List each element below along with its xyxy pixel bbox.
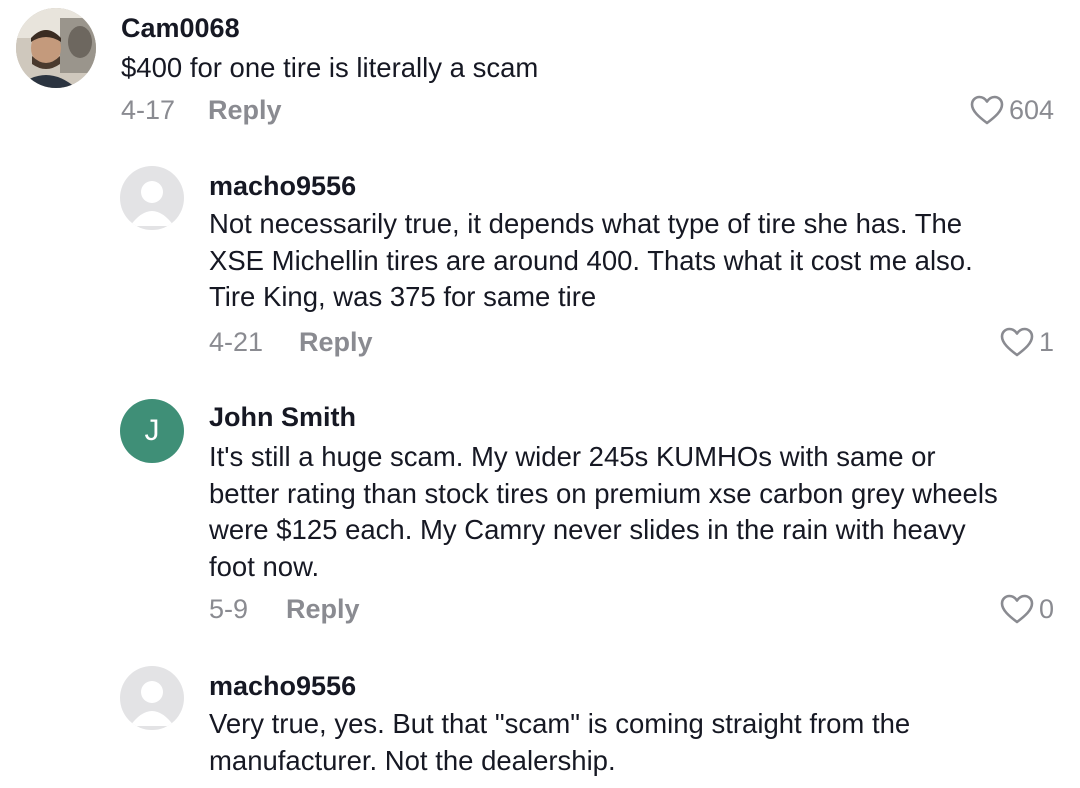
avatar[interactable]: [120, 166, 184, 230]
like-count: 0: [1038, 594, 1054, 624]
comment-text-line: were $125 each. My Camry never slides in…: [209, 514, 966, 545]
comment-text: $400 for one tire is literally a scam: [121, 50, 538, 87]
avatar-initial: J: [144, 414, 160, 447]
comment-text: It's still a huge scam. My wider 245s KU…: [209, 439, 998, 585]
like-button[interactable]: 0: [999, 592, 1054, 626]
comment-text-line: Very true, yes. But that "scam" is comin…: [209, 708, 911, 739]
comment-reply-item: J John Smith It's still a huge scam. My …: [0, 393, 1080, 643]
comment-username[interactable]: macho9556: [209, 170, 356, 202]
like-count: 604: [1008, 95, 1054, 125]
heart-icon: [1000, 594, 1034, 624]
heart-icon: [970, 95, 1004, 125]
like-button[interactable]: 604: [969, 93, 1054, 127]
user-photo-icon: [16, 8, 96, 88]
comment-text-line: manufacturer. Not the dealership.: [209, 744, 616, 776]
comment-text-line: It's still a huge scam. My wider 245s KU…: [209, 441, 936, 472]
avatar[interactable]: [120, 666, 184, 730]
comment-text-line: Tire King, was 375 for same tire: [209, 281, 597, 312]
like-button[interactable]: 1: [999, 325, 1054, 359]
heart-icon: [1000, 327, 1034, 357]
comment-text-line: $400 for one tire is literally a scam: [121, 52, 539, 83]
comment-text-line: XSE Michellin tires are around 400. That…: [209, 244, 973, 276]
comment-username[interactable]: macho9556: [209, 670, 356, 702]
default-user-icon: [130, 681, 174, 726]
comment-text: Very true, yes. But that "scam" is comin…: [209, 706, 910, 779]
avatar[interactable]: J: [120, 399, 184, 463]
comment-username[interactable]: Cam0068: [121, 12, 240, 44]
avatar[interactable]: [16, 8, 96, 88]
comment-date: 4-21: [209, 327, 264, 357]
reply-button[interactable]: Reply: [208, 93, 282, 127]
comment-text-line: better rating than stock tires on premiu…: [209, 477, 998, 509]
comment-text: Not necessarily true, it depends what ty…: [209, 206, 973, 316]
comment-date: 4-17: [121, 95, 176, 125]
comment-reply-item: macho9556 Not necessarily true, it depen…: [0, 160, 1080, 370]
default-user-icon: [130, 181, 174, 226]
comment-username[interactable]: John Smith: [209, 401, 356, 433]
like-count: 1: [1038, 327, 1054, 357]
comment-thread-item: Cam0068 $400 for one tire is literally a…: [0, 0, 1080, 140]
reply-button[interactable]: Reply: [286, 592, 360, 626]
comment-reply-item: macho9556 Very true, yes. But that "scam…: [0, 660, 1080, 788]
comment-date: 5-9: [209, 594, 249, 624]
reply-button[interactable]: Reply: [299, 325, 373, 359]
comment-text-line: foot now.: [209, 550, 320, 582]
comment-text-line: Not necessarily true, it depends what ty…: [209, 208, 963, 239]
